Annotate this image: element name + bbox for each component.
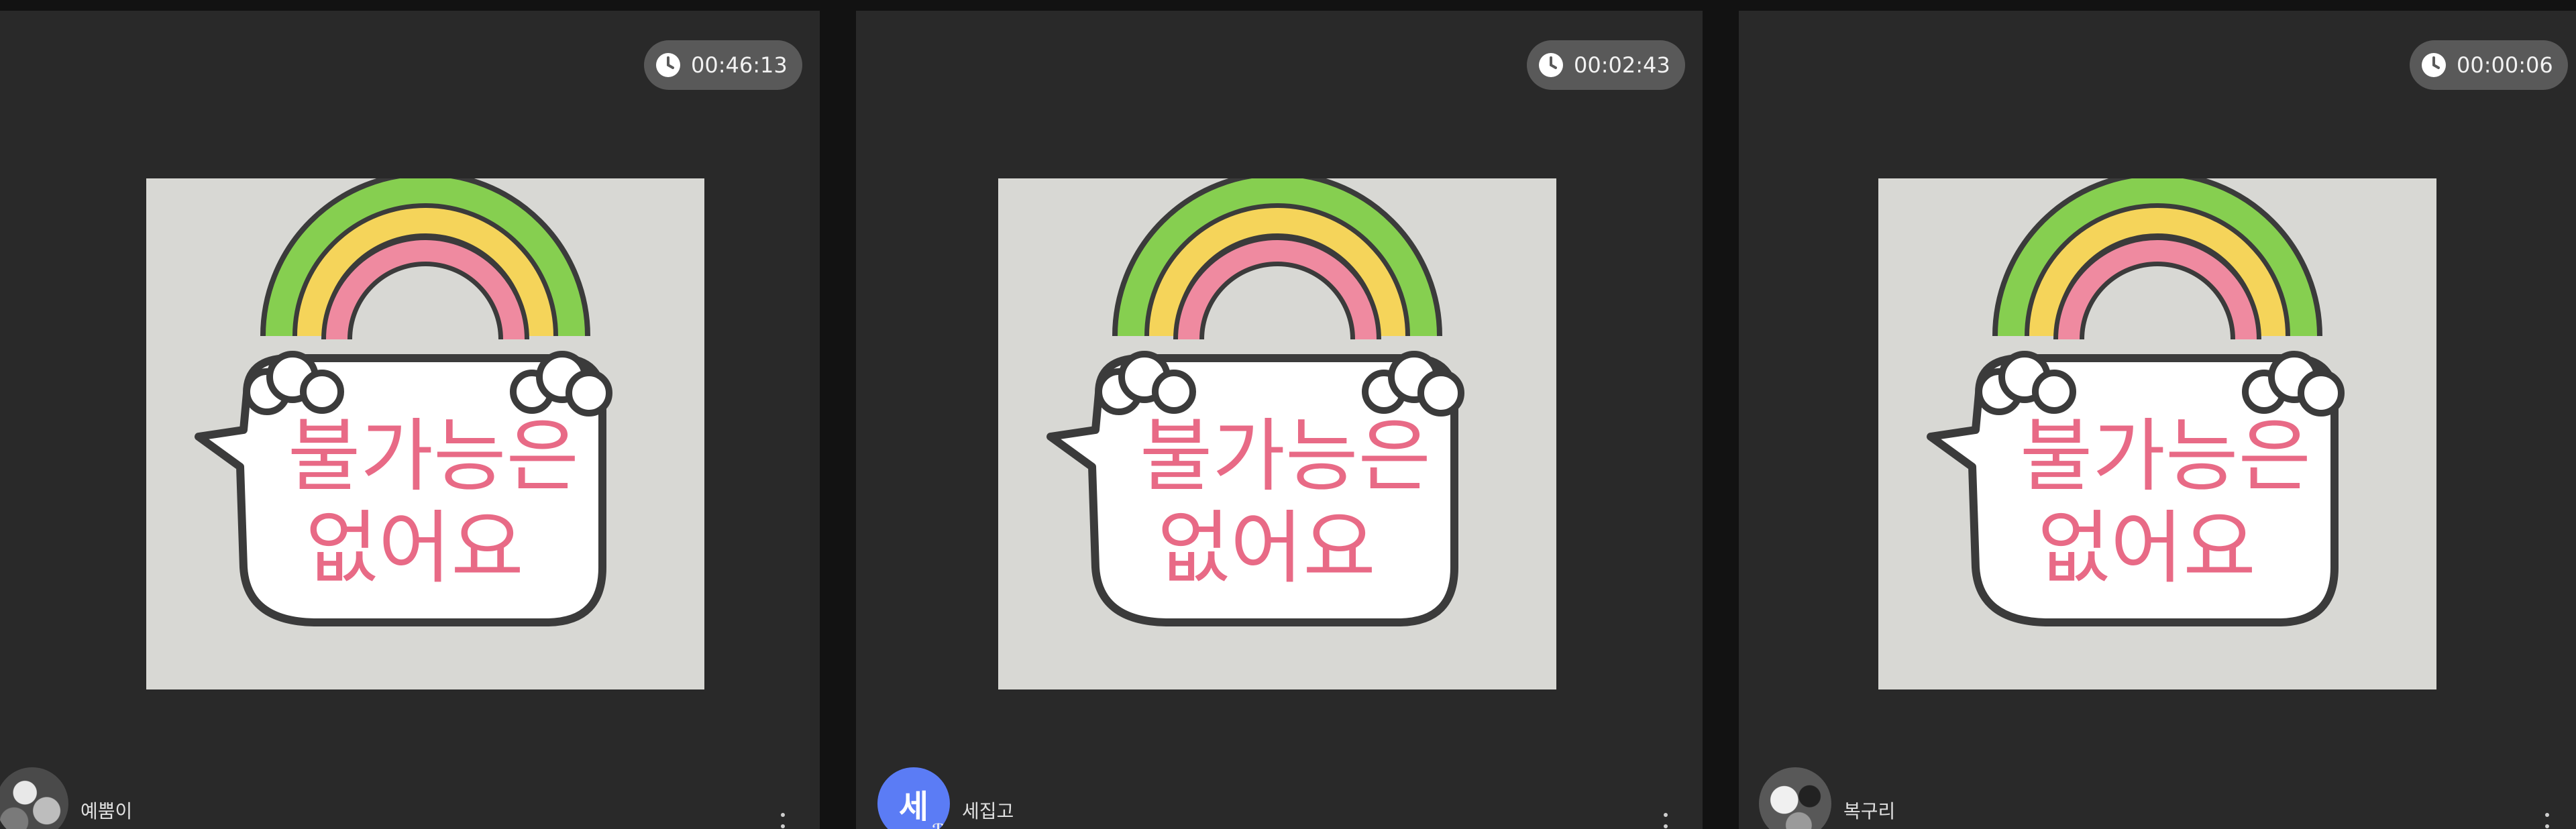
sticker-text-line1: 불가능은 bbox=[288, 410, 579, 502]
elapsed-timer: 00:46:13 bbox=[644, 40, 802, 90]
video-tile-2[interactable]: 00:02:43 불가능은 없어요 세 ℛ 세집고 bbox=[856, 11, 1703, 829]
more-vertical-icon[interactable] bbox=[2544, 813, 2551, 829]
avatar[interactable]: 세 ℛ bbox=[877, 767, 950, 829]
more-vertical-icon[interactable] bbox=[1662, 813, 1669, 829]
avatar-initial: 세 bbox=[898, 788, 929, 826]
video-tile-3[interactable]: 00:00:06 불가능은 없어요 복구리 bbox=[1739, 11, 2576, 829]
timer-text: 00:02:43 bbox=[1574, 52, 1670, 78]
participant-name: 복구리 bbox=[1843, 800, 1896, 822]
timer-text: 00:00:06 bbox=[2457, 52, 2553, 78]
clock-icon bbox=[2422, 53, 2446, 77]
clock-icon bbox=[656, 53, 680, 77]
participant-name: 세집고 bbox=[962, 800, 1014, 822]
sticker-text-line1: 불가능은 bbox=[1140, 410, 1431, 502]
avatar-badge: ℛ bbox=[932, 822, 946, 829]
avatar[interactable] bbox=[0, 767, 68, 829]
elapsed-timer: 00:02:43 bbox=[1527, 40, 1685, 90]
more-vertical-icon[interactable] bbox=[780, 813, 786, 829]
avatar[interactable] bbox=[1759, 767, 1831, 829]
timer-text: 00:46:13 bbox=[691, 52, 788, 78]
elapsed-timer: 00:00:06 bbox=[2410, 40, 2568, 90]
sticker-text-line1: 불가능은 bbox=[2020, 410, 2311, 502]
sticker-image: 불가능은 없어요 bbox=[998, 178, 1556, 689]
sticker-image: 불가능은 없어요 bbox=[146, 178, 704, 689]
participant-name: 예뿜이 bbox=[80, 800, 133, 822]
clock-icon bbox=[1539, 53, 1563, 77]
sticker-text-line2: 없어요 bbox=[1157, 502, 1376, 594]
sticker-text-line2: 없어요 bbox=[305, 502, 524, 594]
sticker-image: 불가능은 없어요 bbox=[1878, 178, 2436, 689]
sticker-text-line2: 없어요 bbox=[2037, 502, 2256, 594]
video-tile-1[interactable]: 00:46:13 불가능은 없어요 예뿜이 bbox=[0, 11, 820, 829]
